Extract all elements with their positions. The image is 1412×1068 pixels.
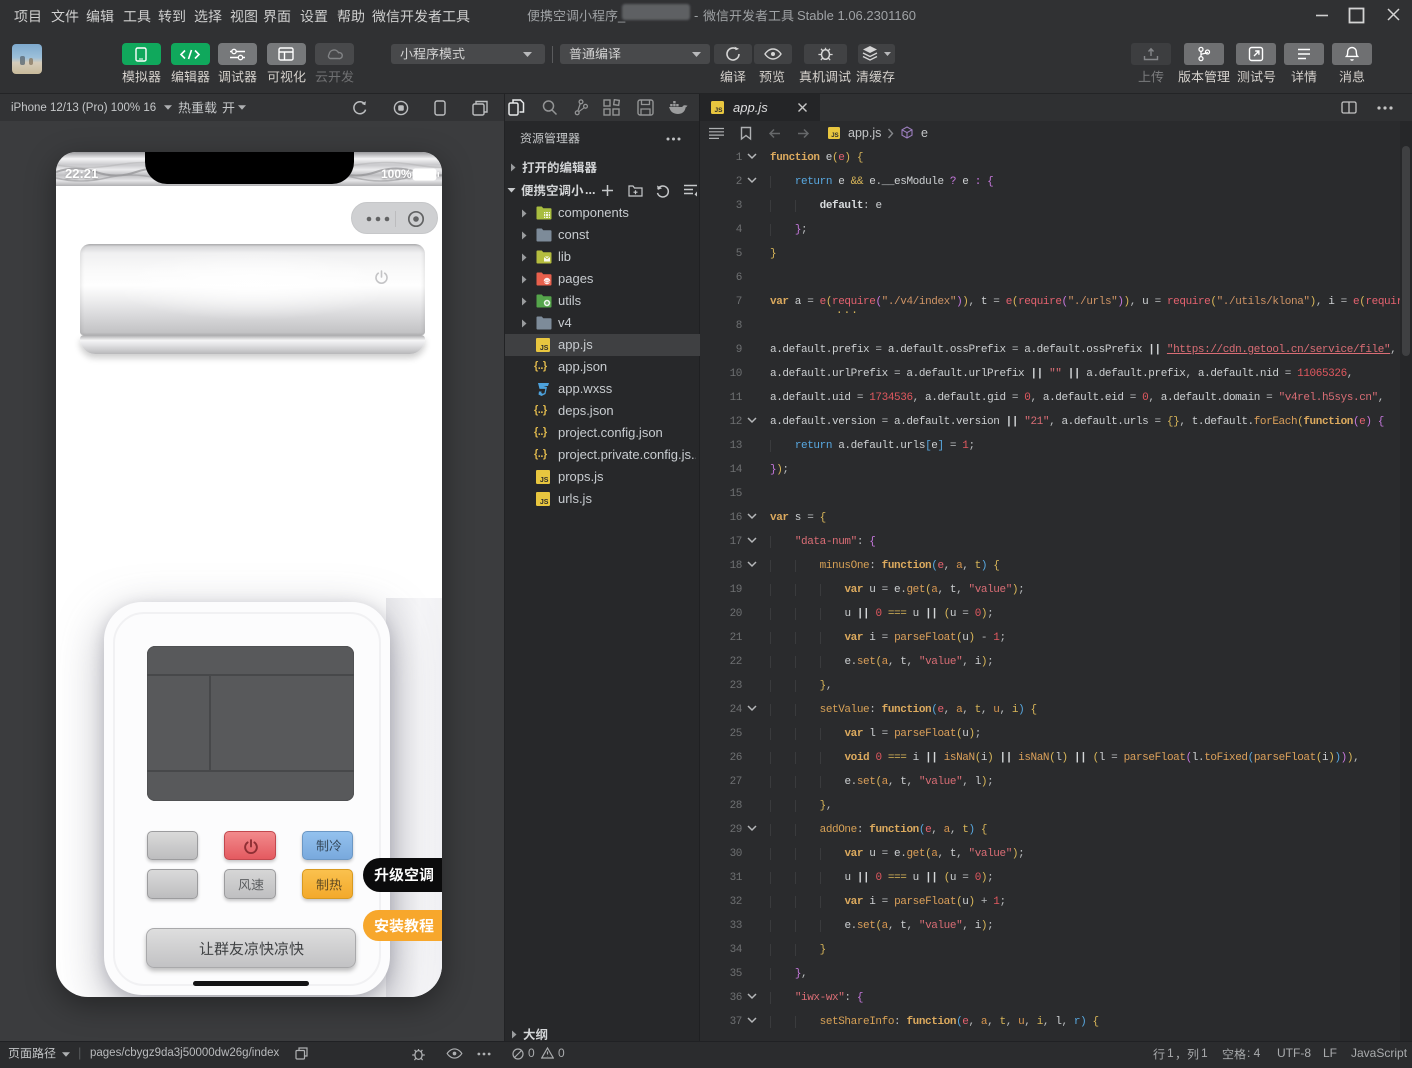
- svg-text:JS: JS: [540, 477, 549, 484]
- svg-text:JS: JS: [715, 107, 724, 114]
- svg-text:JS: JS: [831, 133, 838, 139]
- svg-text:<>: <>: [544, 279, 550, 285]
- svg-text:JS: JS: [540, 499, 549, 506]
- svg-text:JS: JS: [540, 345, 549, 352]
